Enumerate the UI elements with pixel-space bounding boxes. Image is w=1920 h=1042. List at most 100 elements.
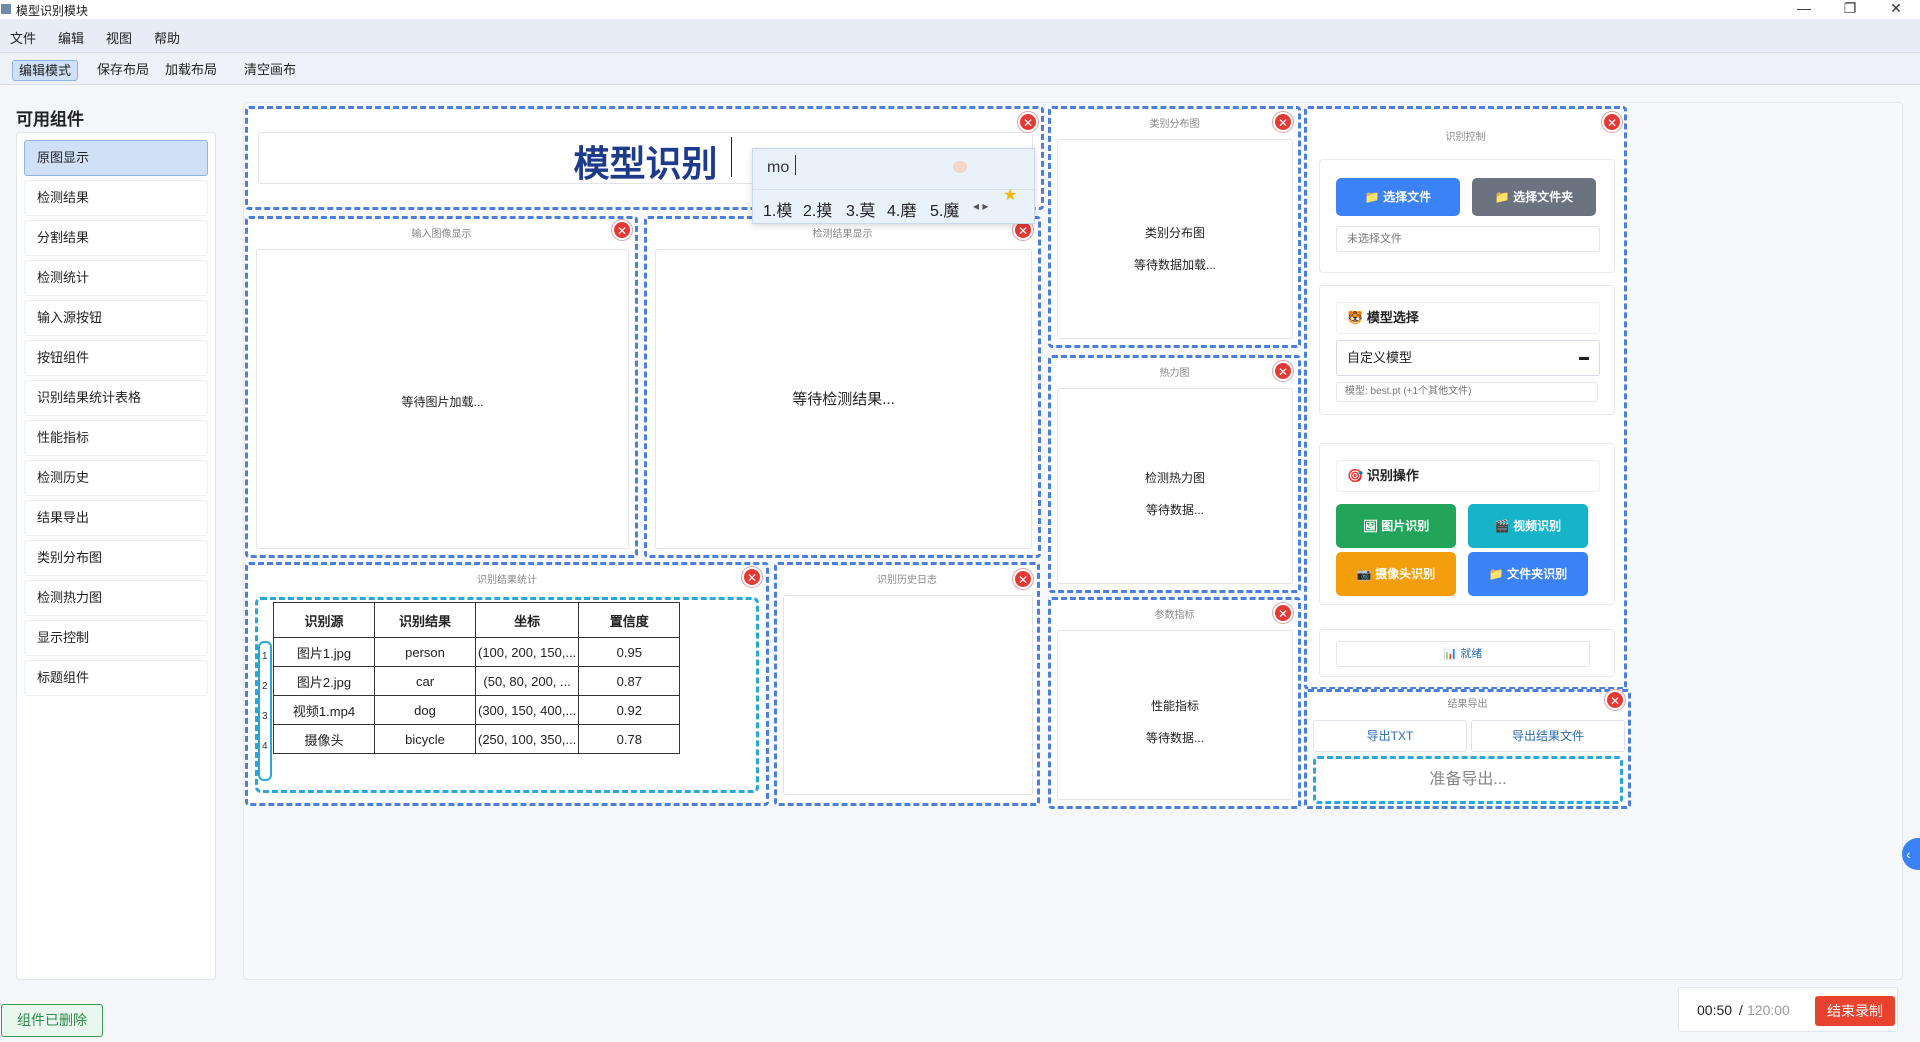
camera-icon: 📷 bbox=[1356, 567, 1376, 581]
history-component[interactable]: 识别历史日志 ✕ bbox=[774, 562, 1040, 806]
row-header-column: 1 2 3 4 bbox=[258, 641, 272, 781]
table-cell[interactable]: car bbox=[374, 666, 476, 696]
star-icon[interactable]: ★ bbox=[1003, 185, 1017, 205]
sidebar-item-detect-stats[interactable]: 检测统计 bbox=[24, 260, 208, 296]
ime-skin-icon bbox=[953, 161, 967, 173]
ime-candidate[interactable]: 1.模 bbox=[763, 197, 792, 221]
sidebar-item-display-control[interactable]: 显示控制 bbox=[24, 620, 208, 656]
target-icon: 🎯 bbox=[1347, 468, 1367, 483]
save-layout-button[interactable]: 保存布局 bbox=[91, 60, 155, 79]
menu-edit[interactable]: 编辑 bbox=[58, 28, 84, 47]
edit-mode-button[interactable]: 编辑模式 bbox=[12, 60, 79, 81]
detect-result-component[interactable]: 检测结果显示 等待检测结果... ✕ bbox=[644, 216, 1041, 558]
image-recognition-button[interactable]: 🖼 图片识别 bbox=[1336, 504, 1456, 548]
table-cell[interactable]: 视频1.mp4 bbox=[273, 695, 375, 725]
class-dist-component[interactable]: 类别分布图 类别分布图 等待数据加载... ✕ bbox=[1048, 106, 1301, 348]
close-window-button[interactable]: ✕ bbox=[1873, 0, 1919, 19]
result-table[interactable]: 识别源 识别结果 坐标 置信度 图片1.jpg person (100, 200… bbox=[273, 602, 681, 754]
sidebar-item-export[interactable]: 结果导出 bbox=[24, 500, 208, 536]
table-row[interactable]: 图片2.jpg car (50, 80, 200, ... 0.87 bbox=[273, 666, 681, 696]
close-icon[interactable]: ✕ bbox=[612, 220, 632, 240]
metrics-status: 等待数据... bbox=[1145, 731, 1204, 745]
sidebar-item-history[interactable]: 检测历史 bbox=[24, 460, 208, 496]
restore-button[interactable]: ❐ bbox=[1827, 0, 1873, 19]
close-icon[interactable]: ✕ bbox=[1018, 112, 1038, 132]
sidebar-item-segment-result[interactable]: 分割结果 bbox=[24, 220, 208, 256]
heatmap-label: 检测热力图 bbox=[1144, 471, 1205, 485]
control-component[interactable]: 识别控制 ✕ 📁 选择文件 📁 选择文件夹 未选择文件 🐯 模型选择 自定义模型… bbox=[1304, 106, 1627, 690]
sidebar-item-performance[interactable]: 性能指标 bbox=[24, 420, 208, 456]
header-source[interactable]: 识别源 bbox=[273, 602, 375, 638]
ops-section-header: 🎯 识别操作 bbox=[1336, 460, 1600, 492]
close-icon[interactable]: ✕ bbox=[1273, 603, 1293, 623]
sidebar-item-result-table[interactable]: 识别结果统计表格 bbox=[24, 380, 208, 416]
menu-view[interactable]: 视图 bbox=[106, 28, 132, 47]
table-cell[interactable]: person bbox=[374, 637, 476, 667]
camera-recognition-button[interactable]: 📷 摄像头识别 bbox=[1336, 552, 1456, 596]
close-icon[interactable]: ✕ bbox=[742, 567, 762, 587]
menu-help[interactable]: 帮助 bbox=[154, 28, 180, 47]
header-coords[interactable]: 坐标 bbox=[474, 602, 580, 638]
table-cell[interactable]: 0.92 bbox=[578, 695, 681, 725]
table-cell[interactable]: 0.78 bbox=[578, 724, 681, 754]
ime-candidate[interactable]: 3.莫 bbox=[846, 197, 875, 221]
ime-composition: mo bbox=[767, 159, 790, 176]
load-layout-button[interactable]: 加载布局 bbox=[159, 60, 223, 79]
table-cell[interactable]: 0.95 bbox=[578, 637, 681, 667]
header-result[interactable]: 识别结果 bbox=[374, 602, 476, 638]
ime-candidate[interactable]: 2.摸 bbox=[803, 197, 832, 221]
table-cell[interactable]: 摄像头 bbox=[273, 724, 375, 754]
table-cell[interactable]: 图片1.jpg bbox=[273, 637, 375, 667]
clear-canvas-button[interactable]: 清空画布 bbox=[238, 60, 302, 79]
select-file-button[interactable]: 📁 选择文件 bbox=[1336, 178, 1460, 216]
table-cell[interactable]: (250, 100, 350,... bbox=[474, 724, 580, 754]
ime-page-arrows-icon[interactable]: ◂ ▸ bbox=[973, 199, 988, 213]
select-folder-button[interactable]: 📁 选择文件夹 bbox=[1472, 178, 1596, 216]
close-icon[interactable]: ✕ bbox=[1605, 690, 1625, 710]
chart-placeholder-area: 类别分布图 等待数据加载... bbox=[1057, 139, 1293, 339]
table-row[interactable]: 摄像头 bicycle (250, 100, 350,... 0.78 bbox=[273, 724, 681, 754]
ime-candidate[interactable]: 4.磨 bbox=[887, 197, 916, 221]
metrics-component[interactable]: 参数指标 性能指标 等待数据... ✕ bbox=[1048, 597, 1301, 809]
table-row[interactable]: 视频1.mp4 dog (300, 150, 400,... 0.92 bbox=[273, 695, 681, 725]
menu-file[interactable]: 文件 bbox=[10, 28, 36, 47]
sidebar-item-original-image[interactable]: 原图显示 bbox=[24, 140, 208, 176]
collapse-handle-icon[interactable]: ‹ bbox=[1902, 838, 1920, 870]
export-file-button[interactable]: 导出结果文件 bbox=[1471, 720, 1625, 752]
component-title: 识别控制 bbox=[1445, 132, 1486, 143]
model-select[interactable]: 自定义模型 ▬ bbox=[1336, 340, 1600, 376]
stats-table-component[interactable]: 识别结果统计 1 2 3 4 识别源 识别结果 坐标 置信度 图片1.jpg p… bbox=[245, 562, 769, 806]
minimize-button[interactable]: — bbox=[1781, 0, 1827, 19]
sidebar-item-input-source-button[interactable]: 输入源按钮 bbox=[24, 300, 208, 336]
sidebar-item-title[interactable]: 标题组件 bbox=[24, 660, 208, 696]
header-confidence[interactable]: 置信度 bbox=[578, 602, 681, 638]
image-icon: 🖼 bbox=[1362, 519, 1382, 533]
table-cell[interactable]: 图片2.jpg bbox=[273, 666, 375, 696]
close-icon[interactable]: ✕ bbox=[1013, 569, 1033, 589]
ime-candidate[interactable]: 5.魔 bbox=[930, 197, 959, 221]
close-icon[interactable]: ✕ bbox=[1602, 112, 1622, 132]
sidebar-item-heatmap[interactable]: 检测热力图 bbox=[24, 580, 208, 616]
image-placeholder-area: 等待图片加载... bbox=[256, 249, 629, 549]
table-cell[interactable]: (100, 200, 150,... bbox=[474, 637, 580, 667]
table-cell[interactable]: bicycle bbox=[374, 724, 476, 754]
video-recognition-button[interactable]: 🎬 视频识别 bbox=[1468, 504, 1588, 548]
table-row[interactable]: 图片1.jpg person (100, 200, 150,... 0.95 bbox=[273, 637, 681, 667]
table-cell[interactable]: 0.87 bbox=[578, 666, 681, 696]
close-icon[interactable]: ✕ bbox=[1273, 112, 1293, 132]
export-txt-button[interactable]: 导出TXT bbox=[1313, 720, 1467, 752]
stop-recording-button[interactable]: 结束录制 bbox=[1815, 996, 1895, 1026]
sidebar-item-detect-result[interactable]: 检测结果 bbox=[24, 180, 208, 216]
close-icon[interactable]: ✕ bbox=[1273, 361, 1293, 381]
table-cell[interactable]: (300, 150, 400,... bbox=[474, 695, 580, 725]
heatmap-component[interactable]: 热力图 检测热力图 等待数据... ✕ bbox=[1048, 355, 1301, 593]
component-title: 输入图像显示 bbox=[411, 229, 472, 240]
table-cell[interactable]: (50, 80, 200, ... bbox=[474, 666, 580, 696]
history-log-area[interactable] bbox=[783, 595, 1033, 795]
sidebar-item-class-dist[interactable]: 类别分布图 bbox=[24, 540, 208, 576]
folder-recognition-button[interactable]: 📁 文件夹识别 bbox=[1468, 552, 1588, 596]
sidebar-item-button-group[interactable]: 按钮组件 bbox=[24, 340, 208, 376]
export-component[interactable]: 结果导出 导出TXT 导出结果文件 准备导出... ✕ bbox=[1304, 689, 1631, 809]
table-cell[interactable]: dog bbox=[374, 695, 476, 725]
input-image-component[interactable]: 输入图像显示 等待图片加载... ✕ bbox=[245, 216, 638, 558]
